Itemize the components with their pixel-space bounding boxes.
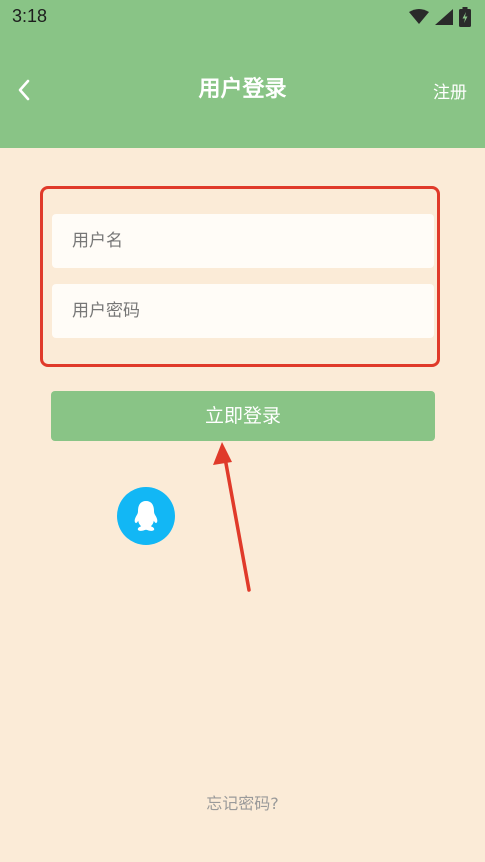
status-time: 3:18 <box>12 6 48 26</box>
page-title: 用户登录 <box>198 77 287 102</box>
username-input[interactable] <box>52 214 434 268</box>
forgot-password-link[interactable]: 忘记密码? <box>0 790 485 814</box>
battery-icon <box>459 7 471 27</box>
header-bar: 3:18 用户登录 注册 <box>0 0 485 148</box>
status-icons <box>409 7 471 27</box>
password-input[interactable] <box>52 284 434 338</box>
nav-bar: 用户登录 注册 <box>0 60 485 120</box>
status-bar: 3:18 <box>0 0 485 34</box>
qq-penguin-icon <box>134 501 158 531</box>
signal-icon <box>435 9 453 25</box>
register-button[interactable]: 注册 <box>433 78 467 103</box>
login-button[interactable]: 立即登录 <box>51 391 435 441</box>
wifi-icon <box>409 9 429 24</box>
qq-login-button[interactable] <box>117 487 175 545</box>
